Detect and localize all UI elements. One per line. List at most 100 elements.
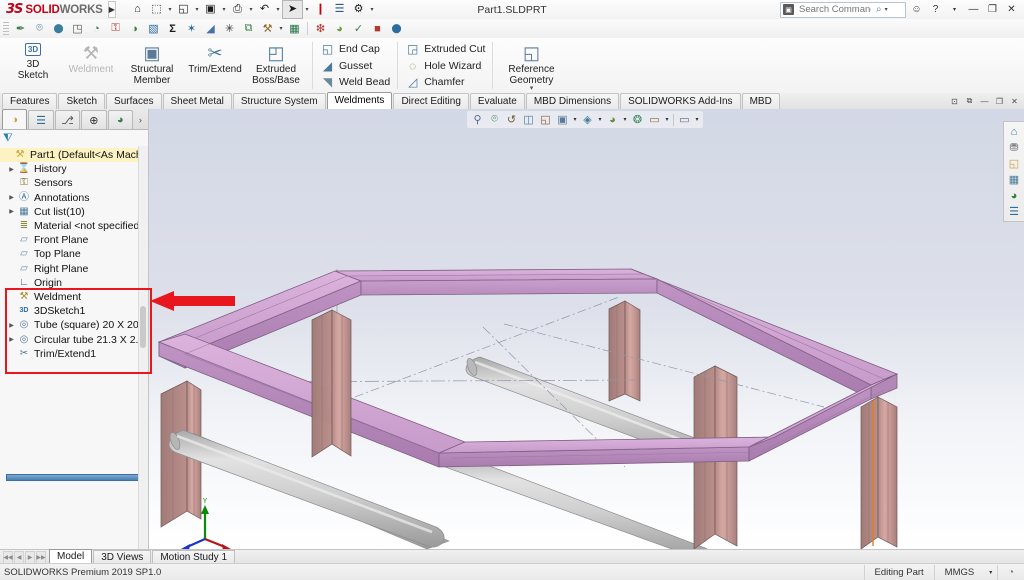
tab-direct-editing[interactable]: Direct Editing — [393, 93, 469, 109]
undo-caret-icon[interactable]: ▾ — [274, 1, 282, 18]
tree-item-tube-square[interactable]: ▶ ◎ Tube (square) 20 X 20 X 2.0(2) — [0, 318, 139, 332]
draft-analysis-icon[interactable]: ◢ — [201, 20, 220, 38]
dimxpert-manager-tab[interactable]: ⊕ — [81, 110, 107, 129]
tab-sketch[interactable]: Sketch — [58, 93, 106, 109]
globe-icon[interactable]: ⬤ — [387, 20, 406, 38]
weldment-button[interactable]: ⚒ Weldment — [62, 40, 120, 75]
new-document-caret-icon[interactable]: ▾ — [166, 1, 174, 18]
open-document-icon[interactable]: ◱ — [174, 1, 193, 18]
tab-evaluate[interactable]: Evaluate — [469, 93, 525, 109]
rebuild-icon[interactable]: ❙ — [311, 1, 330, 18]
save-caret-icon[interactable]: ▾ — [220, 1, 228, 18]
home-icon[interactable]: ⌂ — [128, 1, 147, 18]
tree-item-history[interactable]: ▶ ⌛ History — [0, 162, 139, 176]
open-document-caret-icon[interactable]: ▾ — [193, 1, 201, 18]
select-arrow-icon[interactable]: ➤ — [282, 0, 303, 19]
curvature-icon[interactable]: ✶ — [182, 20, 201, 38]
status-units[interactable]: MMGS — [933, 564, 985, 580]
hole-wizard-button[interactable]: ◌ Hole Wizard — [402, 58, 488, 74]
feature-manager-more-tab[interactable]: › — [134, 111, 147, 129]
thickness-analysis-icon[interactable]: ▧ — [144, 20, 163, 38]
tree-item-cut-list[interactable]: ▶ ▦ Cut list(10) — [0, 205, 139, 219]
close-button[interactable]: ✕ — [1003, 1, 1020, 18]
tree-item-sensors[interactable]: ⚿ Sensors — [0, 176, 139, 190]
appearances-scenes-icon[interactable]: ◕ — [1006, 188, 1023, 203]
check-mark-icon[interactable]: ✓ — [349, 20, 368, 38]
measure-icon[interactable]: ⌾ — [30, 20, 49, 38]
search-caret-icon[interactable]: ▾ — [885, 6, 888, 13]
property-manager-tab[interactable]: ☰ — [28, 110, 54, 129]
search-scope-icon[interactable]: ▣ — [783, 4, 794, 15]
minimize-button[interactable]: — — [965, 1, 982, 18]
doc-window-icon[interactable]: ⧉ — [963, 95, 976, 107]
weldment-frame-model[interactable]: Y X Z — [149, 109, 1024, 549]
mass-properties-icon[interactable]: ⬤ — [49, 20, 68, 38]
structural-member-button[interactable]: ▣ Structural Member — [120, 40, 184, 86]
extruded-cut-button[interactable]: ◲ Extruded Cut — [402, 41, 488, 57]
status-overlay-icon[interactable]: ◔ — [997, 564, 1024, 580]
restore-button[interactable]: ❐ — [984, 1, 1001, 18]
weld-bead-button[interactable]: ◥ Weld Bead — [317, 74, 393, 90]
tree-item-weldment[interactable]: ⚒ Weldment — [0, 290, 139, 304]
help-caret-icon[interactable]: ▾ — [946, 1, 963, 18]
file-explorer-icon[interactable]: ◱ — [1006, 156, 1023, 171]
tree-item-circular-tube[interactable]: ▶ ◎ Circular tube 21.3 X 2.3(1) — [0, 332, 139, 346]
sensor-icon[interactable]: ⚿ — [106, 20, 125, 38]
tree-expander[interactable]: ▶ — [6, 336, 17, 343]
graphics-area[interactable]: ⚲ ⌾ ↺ ◫ ◱ ▣ ▾ ◈ ▾ ◕ ▾ ❂ ▭ ▾ ▭ ▾ Y ⌂ ⛃ ◱ … — [149, 109, 1024, 549]
search-input[interactable] — [797, 3, 873, 16]
view-palette-icon[interactable]: ▦ — [1006, 172, 1023, 187]
configuration-manager-tab[interactable]: ⎇ — [54, 110, 81, 129]
tree-expander[interactable]: ▶ — [6, 166, 17, 173]
tree-item-trim-extend1[interactable]: ✂ Trim/Extend1 — [0, 347, 139, 361]
tree-expander[interactable]: ▶ — [6, 322, 17, 329]
tree-item-annotations[interactable]: ▶ Ⓐ Annotations — [0, 191, 139, 205]
search-commands-box[interactable]: ▣ ⌕ ▾ — [780, 1, 906, 18]
user-account-icon[interactable]: ☺ — [908, 1, 925, 18]
gusset-button[interactable]: ◢ Gusset — [317, 58, 393, 74]
feature-tree-scrollbar[interactable] — [138, 146, 148, 549]
new-document-icon[interactable]: ⬚ — [147, 1, 166, 18]
statistics-icon[interactable]: Σ — [163, 20, 182, 38]
rollback-bar[interactable] — [6, 474, 144, 481]
bottom-tab-model[interactable]: Model — [49, 549, 93, 564]
search-icon[interactable]: ⌕ — [876, 4, 882, 15]
tree-item-origin[interactable]: ∟ Origin — [0, 276, 139, 290]
doc-minimize-icon[interactable]: — — [978, 95, 991, 107]
file-properties-icon[interactable]: ☰ — [330, 1, 349, 18]
toolbar-grip-handle[interactable] — [3, 22, 9, 35]
symmetry-check-icon[interactable]: ✳ — [220, 20, 239, 38]
feature-manager-design-tree-tab[interactable]: ◑ — [2, 109, 28, 129]
tree-item-material[interactable]: ≣ Material <not specified> — [0, 219, 139, 233]
tab-mbd[interactable]: MBD — [741, 93, 780, 109]
tree-item-right-plane[interactable]: ▱ Right Plane — [0, 262, 139, 276]
3d-sketch-button[interactable]: 3D 3D Sketch — [4, 40, 62, 81]
tree-item-front-plane[interactable]: ▱ Front Plane — [0, 233, 139, 247]
geometry-analysis-icon[interactable]: ◑ — [125, 20, 144, 38]
select-caret-icon[interactable]: ▾ — [303, 1, 311, 18]
options-caret-icon[interactable]: ▾ — [368, 1, 376, 18]
scrollbar-thumb[interactable] — [140, 306, 146, 348]
tree-item-part1[interactable]: ⚒ Part1 (Default<As Machined> <<Defa — [0, 148, 139, 163]
simulation-icon[interactable]: ❇ — [311, 20, 330, 38]
reference-geometry-caret-icon[interactable]: ▾ — [530, 85, 534, 92]
menu-expand-arrow-icon[interactable]: ▶ — [107, 1, 116, 18]
help-icon[interactable]: ? — [927, 1, 944, 18]
tab-mbd-dimensions[interactable]: MBD Dimensions — [525, 93, 620, 109]
status-units-caret-icon[interactable]: ▾ — [984, 569, 997, 576]
print-icon[interactable]: ⎙ — [228, 1, 247, 18]
sketch-icon[interactable]: ✒ — [11, 20, 30, 38]
section-properties-icon[interactable]: ◳ — [68, 20, 87, 38]
doc-restore-down-icon[interactable]: ⊡ — [948, 95, 961, 107]
tab-structure-system[interactable]: Structure System — [232, 93, 326, 109]
bottom-tab-3d-views[interactable]: 3D Views — [93, 550, 152, 564]
solidworks-logo[interactable]: 3S SOLIDWORKS ▶ — [0, 1, 116, 18]
bottom-tab-motion-study-1[interactable]: Motion Study 1 — [152, 550, 236, 564]
tab-weldments[interactable]: Weldments — [326, 92, 393, 109]
end-cap-button[interactable]: ◱ End Cap — [317, 41, 393, 57]
compare-documents-icon[interactable]: ⧉ — [239, 20, 258, 38]
import-diagnostics-caret-icon[interactable]: ▾ — [277, 20, 285, 37]
check-geometry-icon[interactable]: ◔ — [87, 20, 106, 38]
tab-features[interactable]: Features — [2, 93, 58, 109]
display-manager-tab[interactable]: ◕ — [107, 110, 133, 129]
